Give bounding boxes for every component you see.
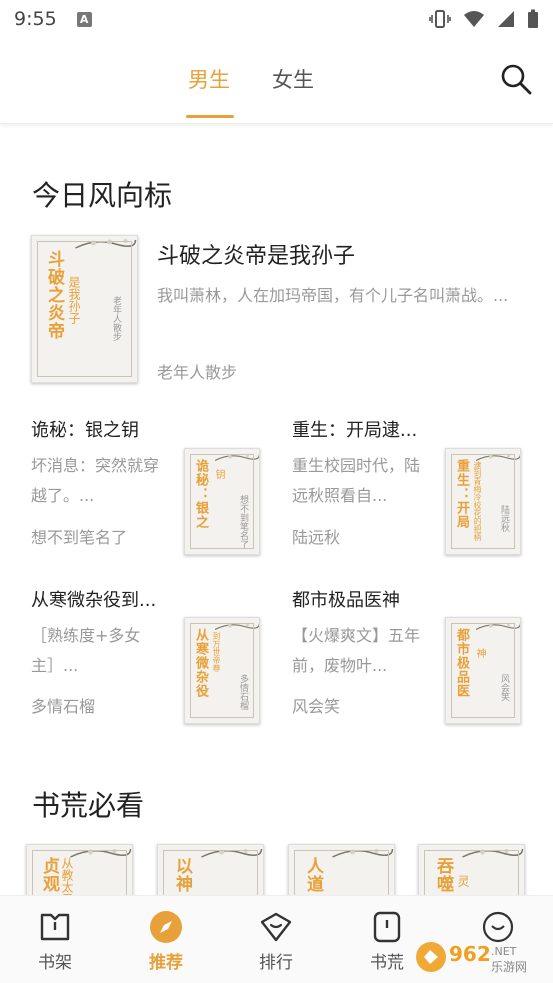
cover-title: 吞噬 [433,857,453,893]
book-author: 风会笑 [292,697,341,716]
status-time: 9:55 [14,8,57,30]
must-read-cover[interactable]: 吞噬 灵 [418,844,525,895]
book-cover[interactable]: 从寒微杂役 到万世帝尊 多情石榴 [184,617,260,724]
cover-title: 人道 [303,857,323,893]
nav-label-recommend: 推荐 [149,953,183,973]
cover-title: 重生：开局 [454,459,469,529]
must-read-cover[interactable]: 贞观 从教太子 [26,844,133,895]
nav-label-shelf: 书架 [38,953,72,973]
wifi-icon [464,11,484,27]
tab-female[interactable]: 女生 [272,64,314,94]
cover-author: 陆远秋 [499,505,509,532]
book-title[interactable]: 从寒微杂役到... [31,586,156,612]
cover-branch-icon [332,848,394,858]
cover-author: 想不到笔名了 [238,495,248,549]
bottom-nav: 书架 推荐 排行 书荒 962 .NET 乐游网 [0,895,553,983]
svg-text:962: 962 [449,942,491,966]
featured-book-desc: 我叫萧林，人在加玛帝国，有个儿子名叫萧战。... [157,286,509,305]
cover-branch-icon [462,848,524,858]
svg-text:乐游网: 乐游网 [491,960,527,974]
cover-sub: 钥 [213,469,224,479]
cover-author: 多情石榴 [238,674,248,710]
nav-shelf[interactable]: 书架 [20,910,90,973]
cover-sub: 逮到青梅冷校花的把柄 [473,461,482,541]
compass-icon [150,911,182,943]
cover-branch-icon [214,454,259,461]
top-tab-bar: 男生 女生 [0,38,553,124]
svg-text:.NET: .NET [491,945,517,958]
book-author: 多情石榴 [31,697,96,716]
vibrate-icon [429,10,451,28]
book-desc: 坏消息：突然就穿越了。... [31,456,160,505]
nav-label-rank: 排行 [259,953,293,973]
book-desc: ［熟练度+多女主］... [31,626,141,675]
book-author: 想不到笔名了 [31,528,128,547]
cover-sub: 神 [474,648,485,658]
book-cover[interactable]: 诡秘：银之 钥 想不到笔名了 [184,448,260,555]
book-cover[interactable]: 都市极品医 神 风会笑 [445,617,521,724]
book-title[interactable]: 都市极品医神 [292,586,400,612]
book-author: 陆远秋 [292,528,341,547]
section-title-trend: 今日风向标 [32,179,173,212]
status-bar: 9:55 A [0,0,553,38]
cover-title: 从寒微杂役 [193,628,208,698]
book-title[interactable]: 诡秘：银之钥 [31,416,139,442]
cover-sub: 从教太子 [60,857,74,895]
cover-author: 风会笑 [499,674,509,701]
search-icon[interactable] [499,62,533,96]
cover-title: 贞观 [39,857,59,893]
cover-branch-icon [70,848,132,858]
cover-sub: 灵 [456,875,470,887]
nav-rank[interactable]: 排行 [241,910,311,973]
book-desc: 重生校园时代，陆远秋照看自... [292,456,421,505]
featured-cover-sub: 是我孙子 [67,276,81,324]
watermark-logo: 962 .NET 乐游网 [416,942,527,974]
cover-branch-icon [201,848,263,858]
book-icon [373,911,401,943]
cover-branch-icon [475,623,520,630]
cover-title: 诡秘：银之 [193,459,208,529]
battery-icon [528,9,538,28]
cover-branch-icon [75,239,137,249]
rank-icon [260,912,292,942]
nav-shortage[interactable]: 书荒 [352,910,422,973]
must-read-cover[interactable]: 人道 [288,844,395,895]
must-read-cover[interactable]: 以神 [157,844,264,895]
tab-active-indicator [186,115,234,118]
section-title-must-read: 书荒必看 [32,789,145,822]
cover-branch-icon [475,454,520,461]
featured-cover-title: 斗破之炎帝 [44,250,64,340]
nav-recommend[interactable]: 推荐 [131,910,201,973]
book-desc: 【火爆爽文】五年前，废物叶... [292,626,421,675]
featured-cover-author: 老年人散步 [111,296,121,341]
bookshelf-icon [40,913,70,941]
notification-a-icon: A [76,11,92,27]
signal-icon [498,11,514,27]
featured-book-cover[interactable]: 斗破之炎帝 是我孙子 老年人散步 [31,235,138,383]
content-area: 今日风向标 斗破之炎帝 是我孙子 老年人散步 斗破之炎帝是我孙子 我叫萧林，人在… [0,124,553,895]
cover-title: 以神 [172,857,192,893]
cover-title: 都市极品医 [454,628,469,698]
nav-label-shortage: 书荒 [370,953,404,973]
book-cover[interactable]: 重生：开局 逮到青梅冷校花的把柄 陆远秋 [445,448,521,555]
featured-book-author: 老年人散步 [157,363,238,382]
tab-male[interactable]: 男生 [188,64,230,94]
cover-branch-icon [214,623,259,630]
featured-book-title[interactable]: 斗破之炎帝是我孙子 [157,238,355,270]
cover-sub: 到万世帝尊 [212,632,221,672]
status-icons [429,9,539,29]
book-title[interactable]: 重生：开局逮... [292,416,417,442]
